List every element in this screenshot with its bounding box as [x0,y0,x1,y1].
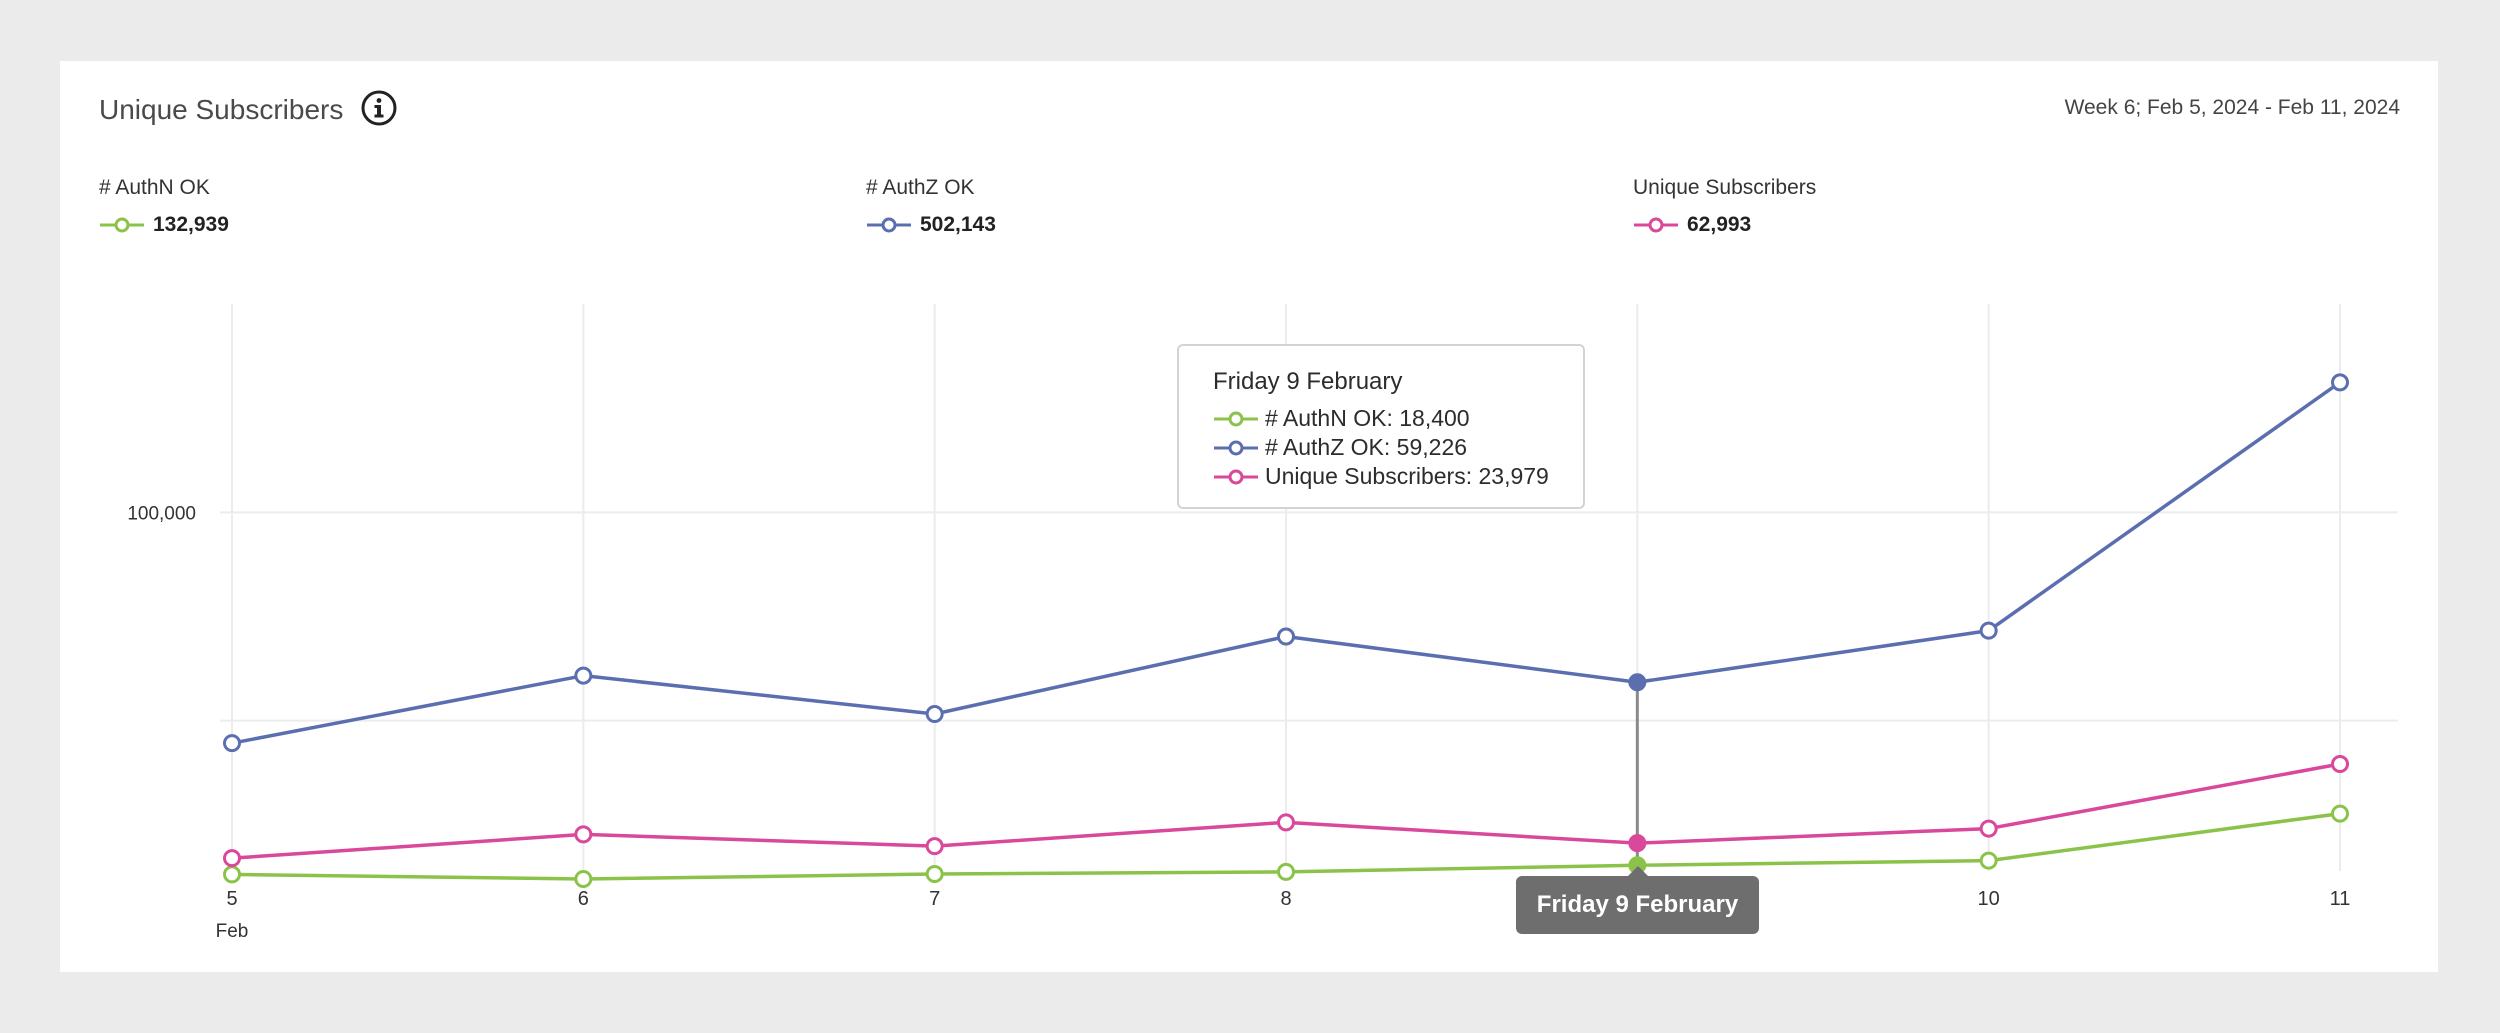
data-point [1979,819,1998,838]
tooltip-row-unique: Unique Subscribers: 23,979 [1213,462,1583,491]
tooltip-authn-text: # AuthN OK: 18,400 [1265,405,1470,431]
data-point [574,666,593,685]
tooltip-unique-icon [1214,469,1258,484]
x-tick-label: 11 [2330,888,2351,910]
x-tick-label: 7 [929,888,940,910]
data-point [223,849,241,868]
line-chart[interactable]: 100,000567891011Feb [60,61,2438,972]
data-point [925,837,944,856]
x-tick-label: 5 [226,888,237,910]
tooltip-row-authz: # AuthZ OK: 59,226 [1213,433,1583,462]
y-tick-label: 100,000 [127,503,196,524]
data-point [1277,627,1295,646]
data-point [574,870,593,888]
x-tick-label: 6 [578,888,589,910]
data-point [2331,373,2349,392]
x-tick-label: 8 [1280,888,1291,910]
data-point [1277,813,1295,832]
tooltip-row-authn: # AuthN OK: 18,400 [1213,404,1583,433]
chart-card: Unique Subscribers Week 6; Feb 5, 2024 -… [60,61,2438,972]
data-point [1979,621,1998,640]
data-point [1277,862,1295,881]
data-point [1628,673,1647,692]
data-point [2331,755,2349,773]
data-point [1628,834,1647,853]
tooltip-authz-text: # AuthZ OK: 59,226 [1265,434,1468,460]
data-tooltip: Friday 9 February # AuthN OK: 18,400 # A… [1177,344,1585,509]
tooltip-unique-text: Unique Subscribers: 23,979 [1265,463,1549,489]
tooltip-authz-icon [1214,440,1258,455]
data-point [223,734,241,753]
x-axis-tooltip: Friday 9 February [1516,866,1759,934]
data-point [925,705,944,723]
data-point [223,865,241,884]
tooltip-authn-icon [1214,411,1258,426]
data-point [574,825,593,844]
x-tick-label: 10 [1978,888,2000,910]
data-point [2331,804,2349,823]
x-axis-month-label: Feb [216,921,249,942]
data-point [1979,851,1998,870]
tooltip-title: Friday 9 February [1213,368,1403,395]
data-point [925,865,944,883]
